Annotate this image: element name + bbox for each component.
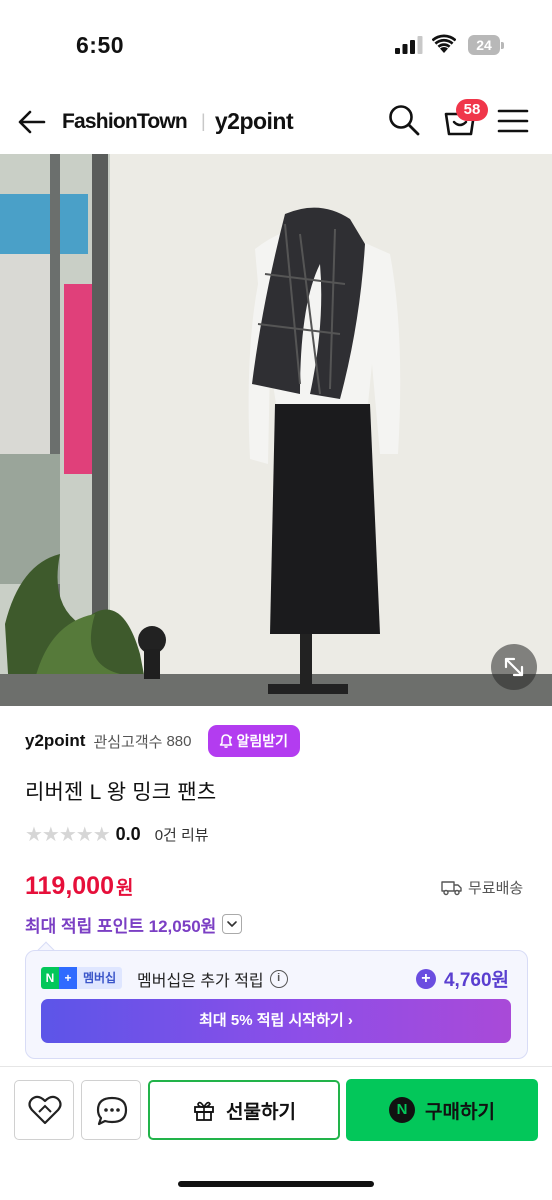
price-unit: 원 (116, 878, 134, 899)
wifi-icon (432, 34, 456, 53)
product-title: 리버젠 L 왕 밍크 팬츠 (25, 781, 217, 804)
alarm-label: 알림받기 (236, 733, 289, 749)
seller-name[interactable]: y2point (25, 731, 85, 751)
seller-row: y2point 관심고객수 880 알림받기 (25, 724, 301, 758)
badge-label: 멤버십 (77, 967, 123, 989)
shipping-info: 무료배송 (441, 877, 523, 898)
status-bar: 6:50 24 (0, 0, 552, 90)
back-arrow-icon[interactable] (14, 104, 50, 140)
brand-logo[interactable]: FashionTown | y2point (62, 108, 294, 135)
brand-separator: | (200, 111, 206, 131)
product-image[interactable] (0, 154, 552, 706)
bonus-points: + 4,760원 (415, 965, 509, 992)
battery-icon: 24 (468, 35, 504, 55)
alarm-subscribe-button[interactable]: 알림받기 (207, 725, 301, 757)
expand-image-button[interactable] (491, 644, 537, 690)
expand-icon (504, 657, 524, 677)
product-photo (0, 154, 552, 706)
wishlist-button[interactable] (14, 1080, 74, 1140)
points-row[interactable]: 최대 적립 포인트 12,050원 (25, 912, 243, 936)
shipping-label: 무료배송 (468, 880, 524, 897)
naver-plus-badge: N + 멤버십 (41, 967, 123, 989)
info-icon[interactable]: i (269, 970, 288, 988)
follower-count: 880 (166, 732, 192, 750)
follower-label: 관심고객수 (93, 733, 163, 751)
cart-count-badge: 58 (456, 99, 488, 121)
cellular-signal-icon (395, 36, 423, 54)
heart-plus-icon (28, 1095, 62, 1125)
hamburger-menu-icon[interactable] (496, 104, 530, 138)
rating-stars: ★★★★★ (25, 823, 111, 846)
membership-text: 멤버십은 추가 적립 i (137, 967, 288, 991)
battery-level: 24 (468, 35, 500, 55)
rating-row[interactable]: ★★★★★ 0.0 0건 리뷰 (25, 823, 209, 846)
badge-n: N (41, 967, 59, 989)
mall-name: FashionTown (62, 109, 188, 133)
gift-button[interactable]: 선물하기 (148, 1080, 340, 1140)
buy-label: 구매하기 (425, 1101, 495, 1123)
price: 119,000 (25, 872, 114, 900)
chat-button[interactable] (81, 1080, 141, 1140)
max-points: 최대 적립 포인트 12,050원 (25, 916, 217, 936)
membership-message: 멤버십은 추가 적립 (137, 973, 264, 990)
buy-button[interactable]: N 구매하기 (346, 1079, 538, 1141)
truck-icon (441, 880, 462, 895)
store-name: y2point (214, 108, 294, 134)
search-icon[interactable] (386, 102, 422, 138)
membership-box: N + 멤버십 멤버십은 추가 적립 i + 4,760원 최대 5% 적립 시… (25, 950, 528, 1059)
points-expand-button[interactable] (222, 914, 243, 934)
plus-icon: + (415, 968, 436, 989)
bonus-value: 4,760원 (443, 970, 509, 991)
price-row: 119,000 원 (25, 872, 133, 901)
home-indicator (178, 1181, 374, 1187)
rating-value: 0.0 (115, 823, 141, 844)
gift-icon (194, 1101, 214, 1121)
badge-plus: + (59, 967, 77, 989)
membership-start-button[interactable]: 최대 5% 적립 시작하기 › (41, 999, 511, 1043)
chevron-down-icon (227, 921, 238, 927)
chat-bubble-icon (96, 1096, 128, 1126)
bell-icon (219, 734, 232, 748)
bottom-action-bar: 선물하기 N 구매하기 (0, 1066, 552, 1200)
gift-label: 선물하기 (226, 1101, 296, 1123)
status-time: 6:50 (76, 32, 125, 58)
review-count[interactable]: 0건 리뷰 (155, 824, 209, 845)
naver-pay-icon: N (389, 1097, 416, 1123)
